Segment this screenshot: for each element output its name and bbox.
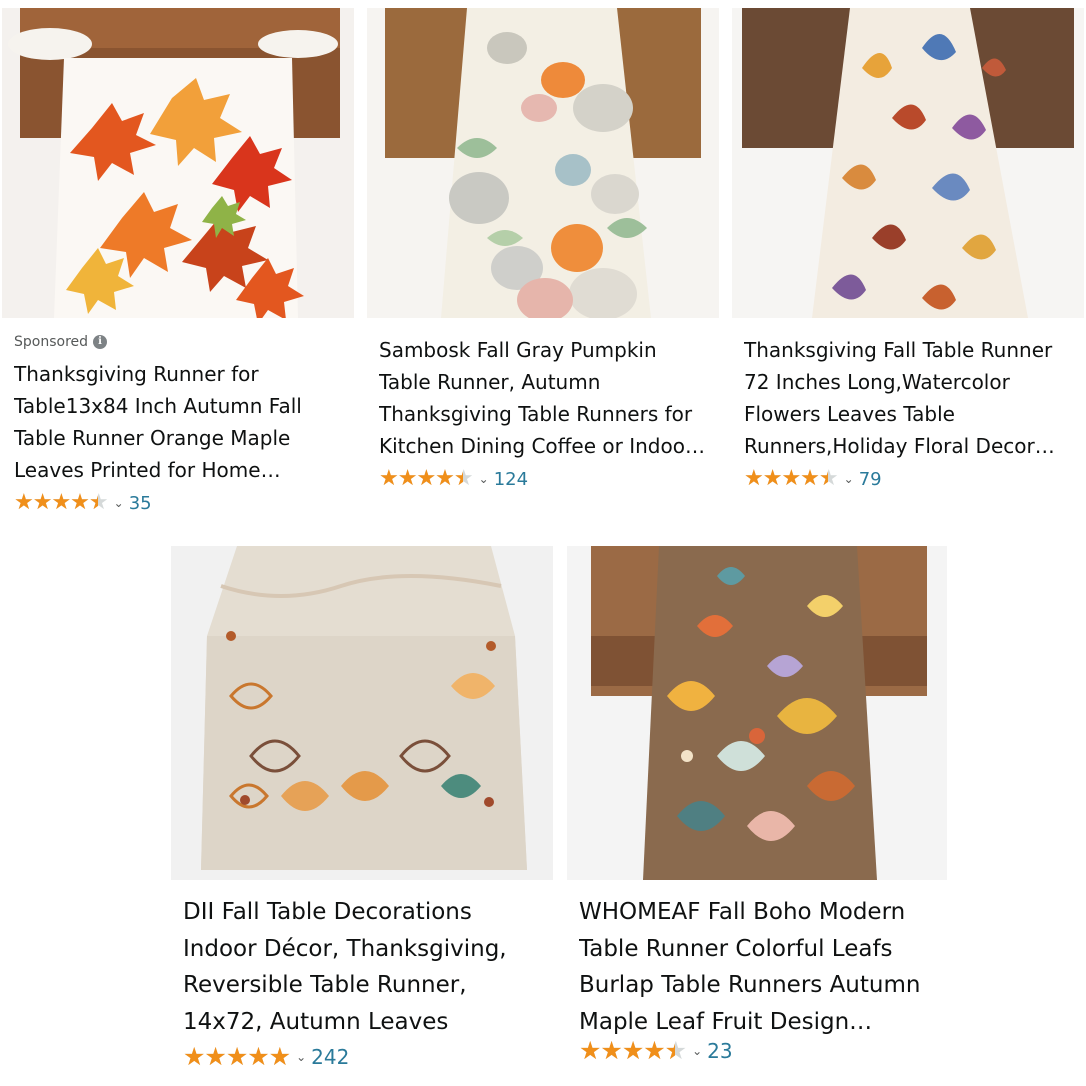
rating-row[interactable]: ★★★★★ ★★★★★ ⌄ 79 <box>744 464 1072 494</box>
product-card[interactable]: Sambosk Fall Gray Pumpkin Table Runner, … <box>367 8 719 498</box>
star-rating[interactable]: ★★★★★ ★★★★★ <box>579 1038 687 1063</box>
product-image[interactable] <box>171 546 553 880</box>
product-title[interactable]: Thanksgiving Fall Table Runner 72 Inches… <box>744 334 1072 462</box>
star-rating[interactable]: ★★★★★ ★★★★★ <box>744 467 839 491</box>
product-card[interactable]: DII Fall Table Decorations Indoor Décor,… <box>171 546 553 1086</box>
chevron-down-icon[interactable]: ⌄ <box>114 496 124 510</box>
rating-row[interactable]: ★★★★★ ★★★★★ ⌄ 35 <box>14 488 342 518</box>
product-card[interactable]: WHOMEAF Fall Boho Modern Table Runner Co… <box>567 546 947 1086</box>
rating-count[interactable]: 242 <box>311 1045 349 1069</box>
star-fill: ★★★★★ <box>379 467 463 491</box>
star-fill: ★★★★★ <box>183 1045 291 1069</box>
star-rating[interactable]: ★★★★★ ★★★★★ <box>183 1044 291 1069</box>
product-title[interactable]: WHOMEAF Fall Boho Modern Table Runner Co… <box>579 894 935 1040</box>
rating-row[interactable]: ★★★★★ ★★★★★ ⌄ 242 <box>183 1042 541 1072</box>
rating-count[interactable]: 79 <box>859 469 882 490</box>
chevron-down-icon[interactable]: ⌄ <box>692 1044 702 1058</box>
star-fill: ★★★★★ <box>579 1039 675 1063</box>
product-title[interactable]: Thanksgiving Runner for Table13x84 Inch … <box>14 358 342 486</box>
star-rating[interactable]: ★★★★★ ★★★★★ <box>14 491 109 515</box>
product-title[interactable]: DII Fall Table Decorations Indoor Décor,… <box>183 894 541 1040</box>
rating-count[interactable]: 124 <box>494 469 528 490</box>
star-fill: ★★★★★ <box>744 467 828 491</box>
chevron-down-icon[interactable]: ⌄ <box>296 1050 306 1064</box>
product-title[interactable]: Sambosk Fall Gray Pumpkin Table Runner, … <box>379 334 707 462</box>
chevron-down-icon[interactable]: ⌄ <box>844 472 854 486</box>
product-image[interactable] <box>732 8 1084 318</box>
product-card[interactable]: Sponsored i Thanksgiving Runner for Tabl… <box>2 8 354 520</box>
product-image[interactable] <box>367 8 719 318</box>
rating-count[interactable]: 23 <box>707 1039 732 1063</box>
sponsored-text: Sponsored <box>14 334 89 350</box>
sponsored-label[interactable]: Sponsored i <box>14 334 342 350</box>
star-fill: ★★★★★ <box>14 491 98 515</box>
product-image[interactable] <box>2 8 354 318</box>
product-card[interactable]: Thanksgiving Fall Table Runner 72 Inches… <box>732 8 1084 498</box>
star-rating[interactable]: ★★★★★ ★★★★★ <box>379 467 474 491</box>
info-icon[interactable]: i <box>93 335 108 349</box>
rating-row[interactable]: ★★★★★ ★★★★★ ⌄ 23 <box>579 1036 935 1066</box>
product-image[interactable] <box>567 546 947 880</box>
rating-row[interactable]: ★★★★★ ★★★★★ ⌄ 124 <box>379 464 707 494</box>
chevron-down-icon[interactable]: ⌄ <box>479 472 489 486</box>
rating-count[interactable]: 35 <box>129 493 152 514</box>
